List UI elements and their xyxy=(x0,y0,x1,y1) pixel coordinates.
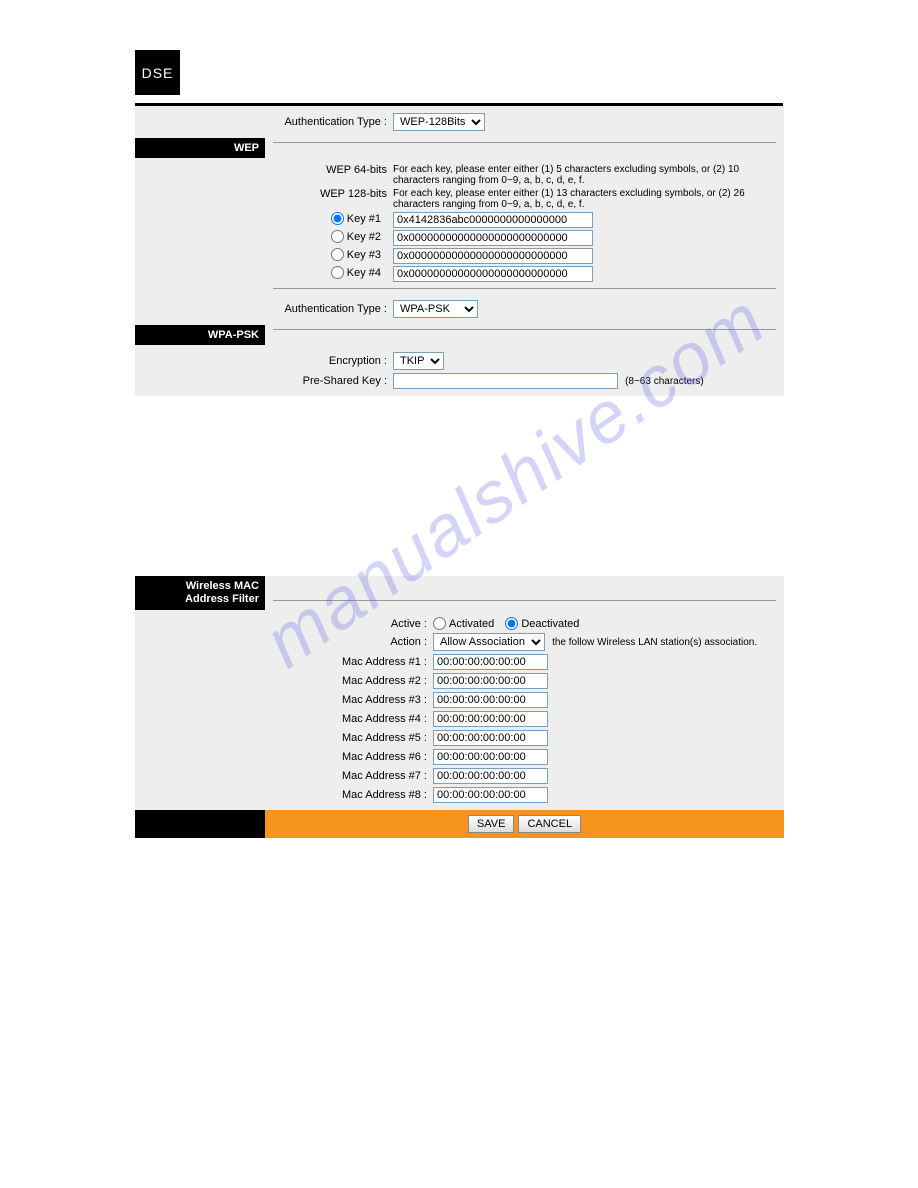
wpa-auth-label: Authentication Type : xyxy=(273,303,393,315)
save-button[interactable]: SAVE xyxy=(468,815,515,833)
wep-key4-label: Key #4 xyxy=(347,267,381,279)
mac-addr5-label: Mac Address #5 : xyxy=(273,732,433,744)
mac-addr8-input[interactable] xyxy=(433,787,548,803)
mac-addr4-label: Mac Address #4 : xyxy=(273,713,433,725)
mac-addr4-input[interactable] xyxy=(433,711,548,727)
wep64-info: For each key, please enter either (1) 5 … xyxy=(393,164,776,186)
mac-addr3-label: Mac Address #3 : xyxy=(273,694,433,706)
activated-radio[interactable] xyxy=(433,617,446,630)
wep-key2-radio[interactable] xyxy=(331,230,344,243)
macfilter-action-suffix: the follow Wireless LAN station(s) assoc… xyxy=(552,637,757,648)
wep-key1-input[interactable] xyxy=(393,212,593,228)
wep-key1-label: Key #1 xyxy=(347,213,381,225)
macfilter-section-title: Wireless MAC Address Filter xyxy=(135,576,265,610)
deactivated-label: Deactivated xyxy=(521,618,579,630)
footer-left-black xyxy=(135,810,265,838)
wep-key2-label: Key #2 xyxy=(347,231,381,243)
macfilter-action-label: Action : xyxy=(273,636,433,648)
activated-label: Activated xyxy=(449,618,494,630)
logo: DSE xyxy=(135,50,180,95)
mac-addr3-input[interactable] xyxy=(433,692,548,708)
mac-addr7-input[interactable] xyxy=(433,768,548,784)
mac-addr5-input[interactable] xyxy=(433,730,548,746)
footer-right-orange: SAVE CANCEL xyxy=(265,810,784,838)
wpa-psk-label: Pre-Shared Key : xyxy=(273,375,393,387)
mac-addr6-input[interactable] xyxy=(433,749,548,765)
wep-auth-label: Authentication Type : xyxy=(273,116,393,128)
mac-addr8-label: Mac Address #8 : xyxy=(273,789,433,801)
deactivated-radio[interactable] xyxy=(505,617,518,630)
wpa-psk-input[interactable] xyxy=(393,373,618,389)
wep-section-title: WEP xyxy=(135,138,265,158)
wep-key2-input[interactable] xyxy=(393,230,593,246)
mac-addr2-input[interactable] xyxy=(433,673,548,689)
wep-key4-input[interactable] xyxy=(393,266,593,282)
wep64-label: WEP 64-bits xyxy=(273,164,393,186)
wpa-enc-select[interactable]: TKIP xyxy=(393,352,444,370)
wep-key3-input[interactable] xyxy=(393,248,593,264)
mac-addr7-label: Mac Address #7 : xyxy=(273,770,433,782)
macfilter-active-label: Active : xyxy=(273,618,433,630)
mac-addr1-input[interactable] xyxy=(433,654,548,670)
mac-addr1-label: Mac Address #1 : xyxy=(273,656,433,668)
wep-key3-label: Key #3 xyxy=(347,249,381,261)
macfilter-action-select[interactable]: Allow Association xyxy=(433,633,545,651)
wep-key3-radio[interactable] xyxy=(331,248,344,261)
wpa-auth-select[interactable]: WPA-PSK xyxy=(393,300,478,318)
wep-key1-radio[interactable] xyxy=(331,212,344,225)
blank-spacer xyxy=(135,396,784,576)
wep-auth-select[interactable]: WEP-128Bits xyxy=(393,113,485,131)
wpa-enc-label: Encryption : xyxy=(273,355,393,367)
wep-key4-radio[interactable] xyxy=(331,266,344,279)
wep128-label: WEP 128-bits xyxy=(273,188,393,210)
mac-addr2-label: Mac Address #2 : xyxy=(273,675,433,687)
mac-addr6-label: Mac Address #6 : xyxy=(273,751,433,763)
wpa-section-title: WPA-PSK xyxy=(135,325,265,345)
wpa-psk-note: (8~63 characters) xyxy=(625,376,704,387)
cancel-button[interactable]: CANCEL xyxy=(518,815,581,833)
wep128-info: For each key, please enter either (1) 13… xyxy=(393,188,776,210)
